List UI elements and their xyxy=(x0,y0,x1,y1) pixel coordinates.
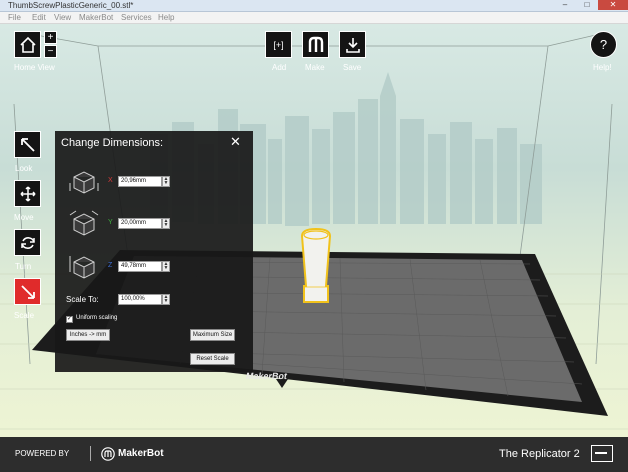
spin-down-icon[interactable]: ▼ xyxy=(164,298,169,304)
look-label: Look xyxy=(15,164,33,173)
app-window: ThumbScrewPlasticGeneric_00.stl* – □ ✕ F… xyxy=(0,0,628,472)
thumbscrew-model[interactable] xyxy=(300,227,332,303)
change-dimensions-panel: Change Dimensions: ✕ X 20,96mm ▲ ▼ Y 20,0… xyxy=(55,131,253,372)
look-arrow-icon xyxy=(20,137,35,152)
help-icon: ? xyxy=(599,37,608,52)
spin-down-icon[interactable]: ▼ xyxy=(164,222,169,228)
move-arrows-icon xyxy=(19,185,36,202)
bottom-bar: POWERED BY MakerBot The Replicator 2 xyxy=(0,437,628,472)
z-dimension-input[interactable]: 49,78mm xyxy=(118,261,162,272)
scale-to-label: Scale To: xyxy=(66,295,99,304)
turn-button[interactable] xyxy=(14,229,41,256)
y-axis-label: Y xyxy=(108,219,113,226)
panel-close-icon[interactable]: ✕ xyxy=(230,134,241,150)
scale-button[interactable] xyxy=(14,278,41,305)
window-controls: – □ ✕ xyxy=(554,0,628,11)
title-bar: ThumbScrewPlasticGeneric_00.stl* – □ ✕ xyxy=(0,0,628,12)
printer-name-label[interactable]: The Replicator 2 xyxy=(499,448,580,460)
add-button[interactable]: [+] xyxy=(265,31,292,58)
add-label: Add xyxy=(272,63,287,72)
zoom-out-button[interactable]: − xyxy=(44,45,57,58)
home-view-button[interactable] xyxy=(14,31,41,58)
y-dimension-input[interactable]: 20,00mm xyxy=(118,218,162,229)
makerbot-brand-label: MakerBot xyxy=(118,448,164,459)
menu-bar: File Edit View MakerBot Services Help xyxy=(0,12,628,24)
look-button[interactable] xyxy=(14,131,41,158)
reset-scale-button[interactable]: Reset Scale xyxy=(190,353,235,365)
spin-down-icon[interactable]: ▼ xyxy=(164,265,169,271)
uniform-scaling-label: Uniform scaling xyxy=(76,315,118,321)
save-button[interactable] xyxy=(339,31,366,58)
box-y-icon xyxy=(69,210,99,236)
makerbot-logo-icon xyxy=(101,447,115,461)
x-dimension-spinner[interactable]: ▲ ▼ xyxy=(162,176,170,187)
scale-arrow-icon xyxy=(20,284,35,299)
home-icon xyxy=(19,36,36,53)
add-icon: [+] xyxy=(273,39,284,50)
maximize-button[interactable]: □ xyxy=(576,0,598,10)
menu-services[interactable]: Services xyxy=(121,12,152,23)
inches-to-mm-button[interactable]: Inches -> mm xyxy=(66,329,110,341)
make-label: Make xyxy=(305,63,325,72)
makerbot-m-icon xyxy=(308,36,323,52)
printer-icon[interactable] xyxy=(591,445,613,462)
minimize-button[interactable]: – xyxy=(554,0,576,10)
turn-rotate-icon xyxy=(20,236,35,249)
panel-title: Change Dimensions: xyxy=(61,137,164,149)
x-dimension-input[interactable]: 20,96mm xyxy=(118,176,162,187)
spin-down-icon[interactable]: ▼ xyxy=(164,180,169,186)
scale-percent-input[interactable]: 100,00% xyxy=(118,294,162,305)
y-dimension-spinner[interactable]: ▲ ▼ xyxy=(162,218,170,229)
home-view-label: Home View xyxy=(14,63,55,72)
scale-percent-spinner[interactable]: ▲ ▼ xyxy=(162,294,170,305)
box-z-icon xyxy=(69,256,95,279)
zoom-in-button[interactable]: + xyxy=(44,31,57,44)
save-label: Save xyxy=(343,63,362,72)
menu-edit[interactable]: Edit xyxy=(32,12,46,23)
box-x-icon xyxy=(69,171,99,194)
close-window-button[interactable]: ✕ xyxy=(598,0,628,10)
maximum-size-button[interactable]: Maximum Size xyxy=(190,329,235,341)
make-button[interactable] xyxy=(302,31,329,58)
z-axis-label: Z xyxy=(108,262,113,269)
turn-label: Turn xyxy=(15,262,32,271)
menu-makerbot[interactable]: MakerBot xyxy=(79,12,113,23)
menu-help[interactable]: Help xyxy=(158,12,174,23)
powered-by-label: POWERED BY xyxy=(15,449,70,458)
menu-file[interactable]: File xyxy=(8,12,21,23)
download-icon xyxy=(345,37,360,53)
x-axis-label: X xyxy=(108,177,113,184)
help-button[interactable]: ? xyxy=(590,31,617,58)
move-label: Move xyxy=(14,213,34,222)
z-dimension-spinner[interactable]: ▲ ▼ xyxy=(162,261,170,272)
divider xyxy=(90,446,91,461)
scale-label: Scale xyxy=(14,311,35,320)
move-button[interactable] xyxy=(14,180,41,207)
menu-view[interactable]: View xyxy=(54,12,71,23)
help-label: Help! xyxy=(593,63,612,72)
uniform-scaling-checkbox[interactable]: ✓ xyxy=(66,316,73,323)
plate-brand-label: MakerBot xyxy=(245,371,288,381)
window-title: ThumbScrewPlasticGeneric_00.stl* xyxy=(8,1,134,10)
